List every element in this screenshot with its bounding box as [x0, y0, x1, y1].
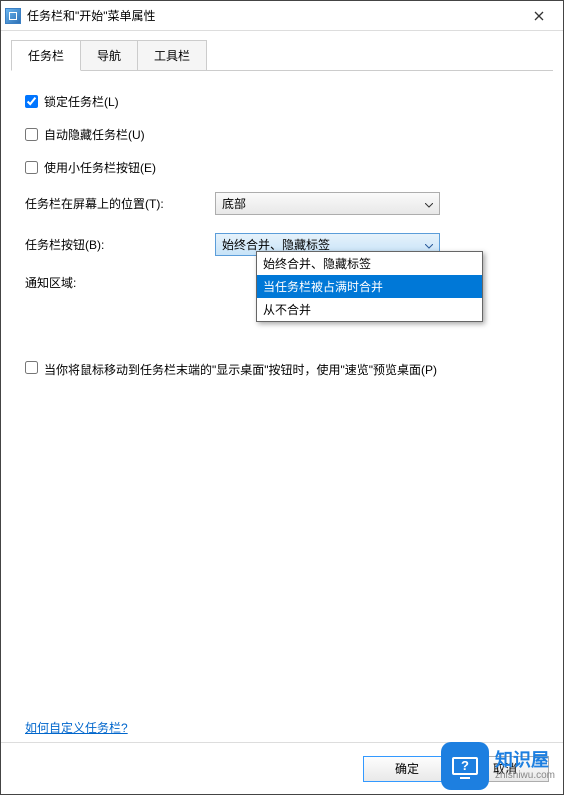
tab-toolbars[interactable]: 工具栏	[137, 40, 207, 71]
position-combo-value: 底部	[222, 195, 246, 212]
checkbox-row-lock: 锁定任务栏(L)	[25, 93, 539, 110]
dropdown-item-label: 始终合并、隐藏标签	[263, 257, 371, 271]
dropdown-item-label: 当任务栏被占满时合并	[263, 280, 383, 294]
close-icon	[534, 11, 544, 21]
tab-panel-taskbar: 锁定任务栏(L) 自动隐藏任务栏(U) 使用小任务栏按钮(E) 任务栏在屏幕上的…	[11, 70, 553, 750]
position-label: 任务栏在屏幕上的位置(T):	[25, 195, 215, 212]
dropdown-item-label: 从不合并	[263, 303, 311, 317]
dropdown-item-never[interactable]: 从不合并	[257, 298, 482, 321]
tab-navigation[interactable]: 导航	[80, 40, 138, 71]
tab-label: 导航	[97, 49, 121, 63]
watermark-text: 知识屋 zhishiwu.com	[495, 751, 555, 782]
watermark: 知识屋 zhishiwu.com	[433, 738, 563, 794]
ok-button-label: 确定	[395, 762, 419, 776]
watermark-brand: 知识屋	[495, 751, 555, 771]
tab-taskbar[interactable]: 任务栏	[11, 40, 81, 71]
autohide-label[interactable]: 自动隐藏任务栏(U)	[44, 126, 145, 143]
chevron-down-icon	[425, 197, 433, 211]
chevron-down-icon	[425, 238, 433, 252]
peek-label[interactable]: 当你将鼠标移动到任务栏末端的"显示桌面"按钮时，使用"速览"预览桌面(P)	[44, 361, 437, 378]
position-combo[interactable]: 底部	[215, 192, 440, 215]
small-buttons-label[interactable]: 使用小任务栏按钮(E)	[44, 159, 156, 176]
dropdown-item-whenfull[interactable]: 当任务栏被占满时合并	[257, 275, 482, 298]
row-position: 任务栏在屏幕上的位置(T): 底部	[25, 192, 539, 215]
lock-taskbar-checkbox[interactable]	[25, 95, 38, 108]
app-icon	[5, 8, 21, 24]
tab-label: 任务栏	[28, 49, 64, 63]
tab-strip: 任务栏 导航 工具栏	[1, 31, 563, 70]
help-link[interactable]: 如何自定义任务栏?	[25, 719, 128, 736]
window-title: 任务栏和"开始"菜单属性	[27, 7, 519, 24]
close-button[interactable]	[519, 2, 559, 30]
watermark-url: zhishiwu.com	[495, 770, 555, 781]
peek-checkbox[interactable]	[25, 361, 38, 374]
buttons-label: 任务栏按钮(B):	[25, 236, 215, 253]
titlebar: 任务栏和"开始"菜单属性	[1, 1, 563, 31]
notify-label: 通知区域:	[25, 274, 215, 291]
checkbox-row-smallbuttons: 使用小任务栏按钮(E)	[25, 159, 539, 176]
buttons-combo-dropdown: 始终合并、隐藏标签 当任务栏被占满时合并 从不合并	[256, 251, 483, 322]
tab-label: 工具栏	[154, 49, 190, 63]
checkbox-row-autohide: 自动隐藏任务栏(U)	[25, 126, 539, 143]
checkbox-row-peek: 当你将鼠标移动到任务栏末端的"显示桌面"按钮时，使用"速览"预览桌面(P)	[25, 361, 539, 378]
lock-taskbar-label[interactable]: 锁定任务栏(L)	[44, 93, 119, 110]
watermark-icon	[441, 742, 489, 790]
autohide-checkbox[interactable]	[25, 128, 38, 141]
small-buttons-checkbox[interactable]	[25, 161, 38, 174]
dropdown-item-always[interactable]: 始终合并、隐藏标签	[257, 252, 482, 275]
monitor-icon	[452, 757, 478, 775]
